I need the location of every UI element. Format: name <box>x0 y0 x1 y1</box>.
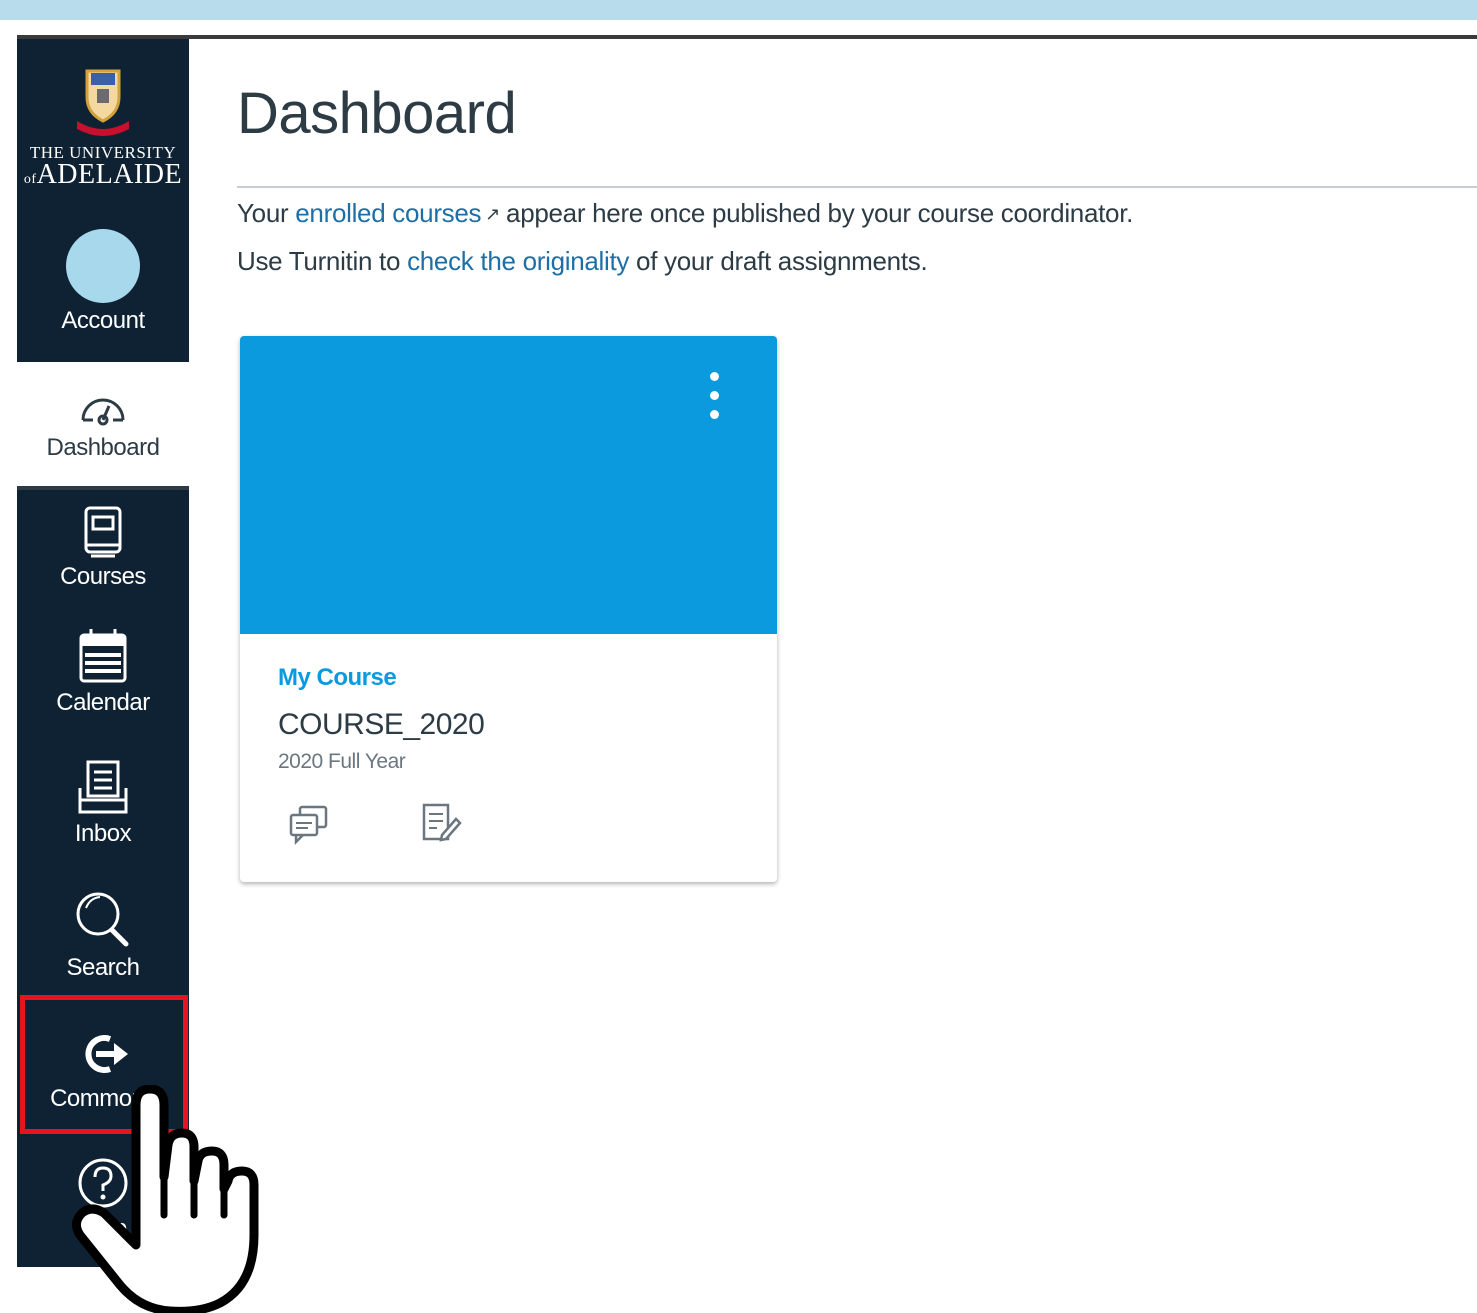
course-card-term: 2020 Full Year <box>278 750 406 773</box>
calendar-icon <box>79 629 127 683</box>
discussions-icon[interactable] <box>286 801 332 847</box>
nav-item-inbox[interactable]: Inbox <box>17 758 189 883</box>
assignments-icon[interactable] <box>416 801 462 847</box>
dashboard-icon <box>81 398 125 426</box>
inbox-icon <box>78 760 128 814</box>
nav-label-commons: Commons <box>50 1085 156 1112</box>
nav-label-account: Account <box>61 307 145 334</box>
page-title: Dashboard <box>237 81 517 146</box>
nav-item-commons[interactable]: Commons <box>17 1019 189 1144</box>
nav-item-search[interactable]: Search <box>17 888 189 1013</box>
global-navigation: THE UNIVERSITY ofADELAIDE Account Dashbo… <box>17 39 189 1267</box>
commons-icon <box>85 1035 128 1073</box>
title-divider <box>237 186 1477 188</box>
nav-item-dashboard[interactable]: Dashboard <box>17 362 189 490</box>
course-card[interactable]: My Course COURSE_2020 2020 Full Year <box>240 336 777 882</box>
nav-label-help: Help <box>79 1215 127 1242</box>
crest-icon <box>77 69 129 136</box>
nav-label-search: Search <box>66 954 140 981</box>
help-icon <box>78 1158 128 1208</box>
nav-label-courses: Courses <box>60 563 146 590</box>
top-band <box>0 0 1477 20</box>
logo-text-adelaide: ofADELAIDE <box>23 159 183 190</box>
course-card-hero[interactable] <box>240 336 777 634</box>
courses-icon <box>84 506 122 558</box>
intro-line-enrolled: Your enrolled courses ↗ appear here once p… <box>237 198 1134 228</box>
nav-item-calendar[interactable]: Calendar <box>17 627 189 752</box>
nav-item-account[interactable]: Account <box>17 229 189 362</box>
card-options-menu-icon[interactable] <box>702 372 726 428</box>
nav-label-dashboard: Dashboard <box>46 434 160 461</box>
course-card-code: COURSE_2020 <box>278 708 485 741</box>
intro-line-turnitin: Use Turnitin to check the originality of… <box>237 246 928 276</box>
course-card-name[interactable]: My Course <box>278 664 397 692</box>
enrolled-courses-link[interactable]: enrolled courses <box>295 198 481 228</box>
nav-item-courses[interactable]: Courses <box>17 501 189 621</box>
nav-label-inbox: Inbox <box>74 820 132 847</box>
nav-item-help[interactable]: Help <box>17 1147 189 1267</box>
check-originality-link[interactable]: check the originality <box>407 246 629 276</box>
avatar <box>66 229 140 303</box>
external-link-icon: ↗ <box>485 204 501 224</box>
university-logo[interactable]: THE UNIVERSITY ofADELAIDE <box>17 67 189 237</box>
nav-label-calendar: Calendar <box>56 689 150 716</box>
frame-top-line <box>17 35 1477 39</box>
search-icon <box>76 892 129 947</box>
